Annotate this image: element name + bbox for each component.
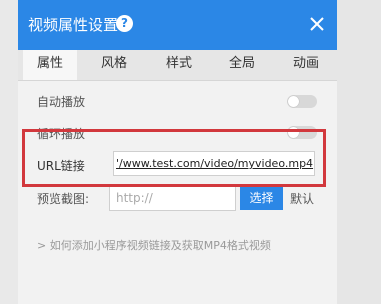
- tab-properties[interactable]: 属性: [23, 50, 77, 80]
- dialog-header: 视频属性设置 ?: [18, 0, 337, 50]
- default-button[interactable]: 默认: [290, 190, 314, 207]
- dialog-title: 视频属性设置: [28, 16, 119, 34]
- question-circle-icon[interactable]: ?: [116, 15, 133, 32]
- tab-bar: 属性 风格 样式 全局 动画: [18, 50, 337, 81]
- preview-url-input[interactable]: [109, 185, 236, 211]
- toggle-knob: [288, 127, 299, 138]
- background-right: [337, 0, 381, 304]
- video-settings-dialog: 视频属性设置 ? 属性 风格 样式 全局 动画 自动播放 循环播放 URL链接 …: [18, 0, 337, 304]
- close-x-icon[interactable]: [306, 13, 328, 35]
- loop-toggle[interactable]: [287, 126, 317, 139]
- loop-label: 循环播放: [37, 127, 86, 141]
- tab-global[interactable]: 全局: [215, 50, 269, 80]
- tab-style[interactable]: 风格: [87, 50, 141, 80]
- tab-format[interactable]: 样式: [152, 50, 206, 80]
- tab-animation[interactable]: 动画: [279, 50, 333, 80]
- preview-label: 预览截图:: [37, 192, 90, 206]
- select-button[interactable]: 选择: [240, 184, 283, 210]
- autoplay-label: 自动播放: [37, 95, 86, 109]
- url-input[interactable]: [113, 151, 315, 176]
- toggle-knob: [288, 96, 299, 107]
- url-label: URL链接: [37, 159, 85, 173]
- autoplay-toggle[interactable]: [287, 95, 317, 108]
- help-link[interactable]: > 如何添加小程序视频链接及获取MP4格式视频: [37, 237, 271, 253]
- background-left: [0, 0, 18, 304]
